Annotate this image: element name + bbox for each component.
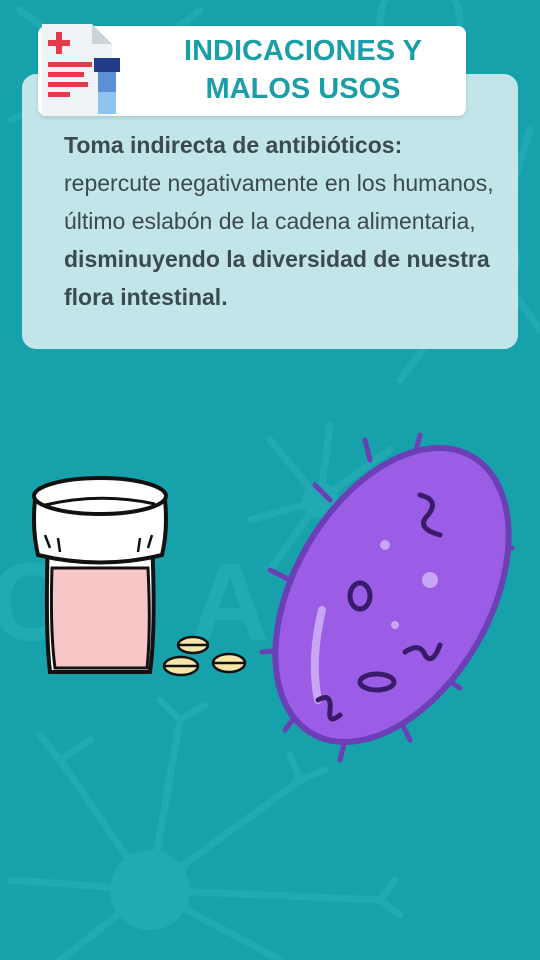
- pills-icon: [162, 635, 247, 677]
- title-line-1: INDICACIONES Y: [184, 35, 422, 67]
- info-paragraph: Toma indirecta de antibióticos: repercut…: [64, 126, 504, 316]
- title-line-2: MALOS USOS: [205, 73, 401, 105]
- paragraph-bold-tail: disminuyendo la diversidad de nuestra fl…: [64, 246, 490, 310]
- page-title: INDICACIONES Y MALOS USOS: [158, 32, 448, 108]
- bacterium-icon: [259, 432, 515, 763]
- pill-bottle-icon: [32, 476, 168, 674]
- illustration: [32, 432, 515, 763]
- paragraph-body: repercute negativamente en los humanos, …: [64, 170, 494, 234]
- paragraph-bold-lead: Toma indirecta de antibióticos:: [64, 132, 403, 158]
- medical-document-icon: [42, 24, 120, 116]
